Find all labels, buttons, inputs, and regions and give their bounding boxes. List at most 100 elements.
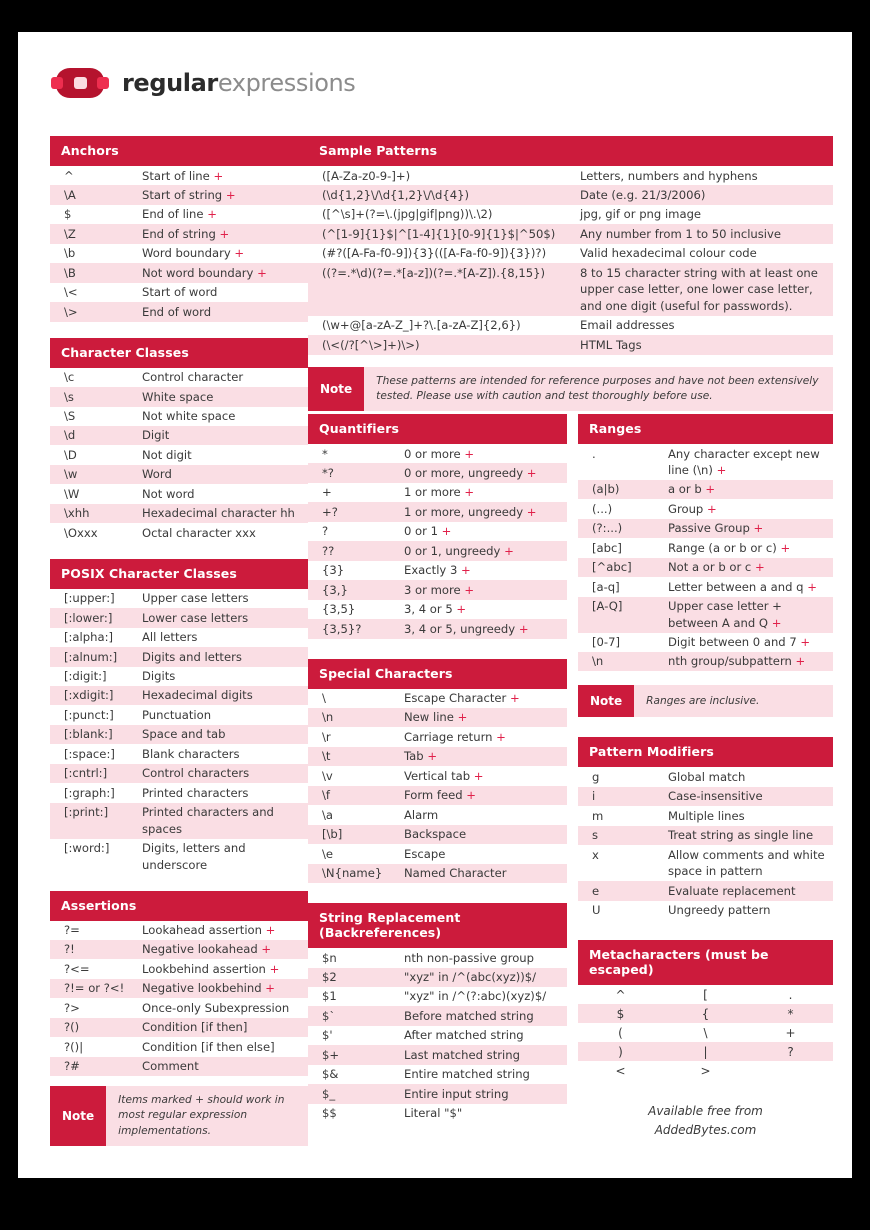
table-row: \Z End of string + xyxy=(50,224,308,244)
table-row: ?<= Lookbehind assertion + xyxy=(50,959,308,978)
table-row: [abc] Range (a or b or c) + xyxy=(578,538,833,557)
row-symbol: \ xyxy=(322,691,326,706)
row-symbol: ?()| xyxy=(64,1039,84,1054)
column-sample-patterns: Sample Patterns ([A-Za-z0-9-]+) Letters, … xyxy=(308,136,833,427)
block-title-string-replacement: String Replacement (Backreferences) xyxy=(308,903,567,949)
metacharacter-row: ^ [. xyxy=(578,985,833,1004)
block-title-ranges: Ranges xyxy=(578,414,833,444)
row-symbol: \t xyxy=(322,749,331,764)
row-symbol: [:word:] xyxy=(64,841,110,856)
row-description: Date (e.g. 21/3/2006) xyxy=(580,187,706,202)
row-description: Once-only Subexpression xyxy=(142,1000,290,1015)
row-description: Word xyxy=(142,467,172,482)
row-symbol: $$ xyxy=(322,1106,337,1121)
row-description: Any character except new line (\n) + xyxy=(668,446,820,477)
row-description: Not word boundary + xyxy=(142,265,267,280)
rows-metacharacters: ^[. ${*(\ +) |? < > xyxy=(578,985,833,1080)
block-title-quantifiers: Quantifiers xyxy=(308,414,567,444)
row-symbol: [:digit:] xyxy=(64,669,107,684)
row-symbol: \r xyxy=(322,729,331,744)
row-symbol: s xyxy=(592,828,599,843)
row-symbol: [:lower:] xyxy=(64,610,113,625)
row-symbol: (?:...) xyxy=(592,521,623,536)
row-symbol: ?! xyxy=(64,942,75,957)
table-row: [:xdigit:] Hexadecimal digits xyxy=(50,685,308,706)
row-description: Start of word xyxy=(142,285,218,300)
row-description: Word boundary + xyxy=(142,246,245,261)
row-description: Negative lookahead + xyxy=(142,942,272,957)
block-ranges: Ranges . Any character except new line (\… xyxy=(578,414,833,718)
row-description: 0 or 1 + xyxy=(404,524,452,539)
table-row: [^abc] Not a or b or c + xyxy=(578,557,833,578)
rows-pattern-modifiers: g Global match i Case-insensitive m Multiple … xyxy=(578,767,833,920)
row-description: Valid hexadecimal colour code xyxy=(580,246,757,261)
row-symbol: (a|b) xyxy=(592,482,620,497)
row-description: Letters, numbers and hyphens xyxy=(580,168,758,183)
row-description: Printed characters and spaces xyxy=(142,805,274,836)
row-description: Blank characters xyxy=(142,746,240,761)
row-symbol: $+ xyxy=(322,1047,340,1062)
rows-anchors: ^ Start of line + \A Start of string + $ End … xyxy=(50,166,308,322)
row-description: Condition [if then] xyxy=(142,1020,248,1035)
table-row: [0-7] Digit between 0 and 7 + xyxy=(578,633,833,652)
metacharacter-cell: ? xyxy=(787,1044,794,1059)
row-description: Group + xyxy=(668,501,717,516)
metacharacter-cell: < xyxy=(615,1063,626,1078)
row-symbol: \Oxxx xyxy=(64,525,98,540)
row-pattern: ((?=.*\d)(?=.*[a-z])(?=.*[A-Z]).{8,15}) xyxy=(322,265,546,280)
row-symbol: [^abc] xyxy=(592,560,632,575)
row-pattern: (#?([A-Fa-f0-9]){3}(([A-Fa-f0-9]){3})?) xyxy=(322,246,547,261)
table-row: \W Not word xyxy=(50,484,308,503)
row-description: Printed characters xyxy=(142,785,249,800)
plus-marker: + xyxy=(496,729,506,744)
row-symbol: $` xyxy=(322,1008,336,1023)
block-assertions: Assertions ?= Lookahead assertion +?! Nega… xyxy=(50,890,308,1147)
row-symbol: ?<= xyxy=(64,961,90,976)
table-row: \r Carriage return + xyxy=(308,727,567,746)
regex-logo-icon xyxy=(50,68,110,98)
table-row: [A-Q] Upper case letter + between A and Q… xyxy=(578,596,833,633)
plus-marker: + xyxy=(504,543,514,558)
row-symbol: [:space:] xyxy=(64,746,115,761)
row-description: Tab + xyxy=(404,749,438,764)
row-symbol: $& xyxy=(322,1067,339,1082)
block-title-sample-patterns: Sample Patterns xyxy=(308,136,833,166)
table-row: \D Not digit xyxy=(50,445,308,464)
row-symbol: ?!= or ?<! xyxy=(64,981,125,996)
row-symbol: \a xyxy=(322,807,334,822)
table-row: ?() Condition [if then] xyxy=(50,1017,308,1038)
table-row: i Case-insensitive xyxy=(578,786,833,807)
table-row: *? 0 or more, ungreedy + xyxy=(308,463,567,483)
table-row: [\b] Backspace xyxy=(308,824,567,845)
plus-marker: + xyxy=(427,749,438,764)
plus-marker: + xyxy=(754,560,765,575)
row-symbol: ?= xyxy=(64,923,80,937)
rows-assertions: ?= Lookahead assertion +?! Negative lookah… xyxy=(50,921,308,1077)
row-symbol: $ xyxy=(64,207,72,222)
row-description: Letter between a and q + xyxy=(668,579,817,594)
table-row: \xhh Hexadecimal character hh xyxy=(50,503,308,524)
plus-marker: + xyxy=(461,563,471,578)
row-description: a or b + xyxy=(668,482,716,497)
table-row: (#?([A-Fa-f0-9]){3}(([A-Fa-f0-9]){3})?) V… xyxy=(308,244,833,263)
row-description: Before matched string xyxy=(404,1008,534,1023)
metacharacter-row: < > xyxy=(578,1061,833,1080)
row-symbol: \v xyxy=(322,768,333,783)
table-row: \d Digit xyxy=(50,425,308,446)
table-row: $' After matched string xyxy=(308,1026,567,1045)
table-row: [:cntrl:] Control characters xyxy=(50,763,308,784)
row-pattern: (\<(/?[^\>]+)\>) xyxy=(322,337,420,352)
table-row: +? 1 or more, ungreedy + xyxy=(308,502,567,522)
row-description: Digit between 0 and 7 + xyxy=(668,635,811,650)
row-symbol: $_ xyxy=(322,1086,336,1101)
row-description: Entire matched string xyxy=(404,1067,530,1082)
row-description: Start of line + xyxy=(142,168,224,183)
row-description: Control character xyxy=(142,370,244,385)
table-row: \N{name} Named Character xyxy=(308,863,567,884)
table-row: \B Not word boundary + xyxy=(50,263,308,283)
table-row: \n New line + xyxy=(308,707,567,728)
rows-character-classes: \c Control character \s White space \S Not wh… xyxy=(50,368,308,543)
rows-quantifiers: * 0 or more + *? 0 or more, ungreedy + +1 or… xyxy=(308,444,567,639)
row-description: Lookbehind assertion + xyxy=(142,961,280,976)
plus-marker: + xyxy=(265,923,276,937)
